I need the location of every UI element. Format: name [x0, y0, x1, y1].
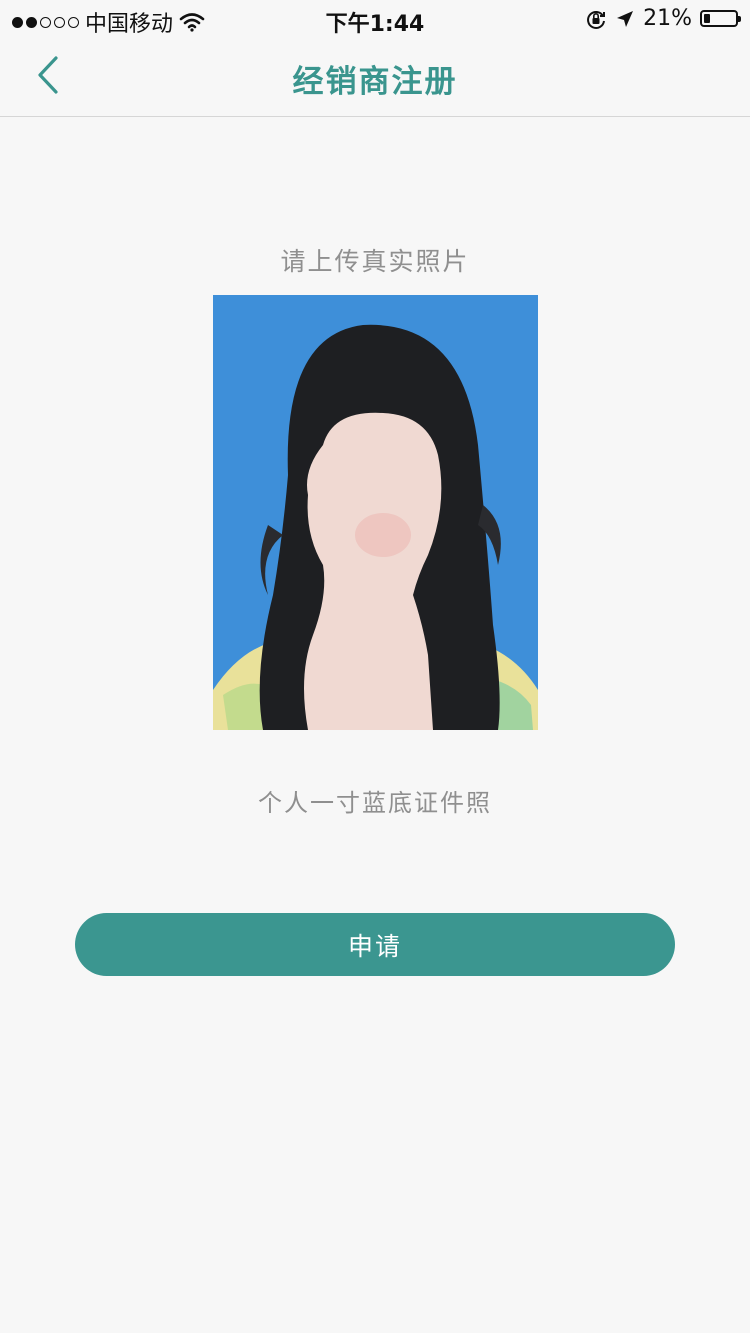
- status-bar: 中国移动 下午1:44 21%: [0, 0, 750, 38]
- portrait-photo: [213, 295, 538, 730]
- status-right: 21%: [585, 6, 741, 31]
- location-arrow-icon: [617, 10, 634, 27]
- upload-title: 请上传真实照片: [280, 247, 470, 276]
- apply-button[interactable]: 申请: [75, 913, 675, 976]
- battery-percent: 21%: [643, 6, 692, 31]
- navigation-bar: 经销商注册: [0, 38, 750, 117]
- rotation-lock-icon: [587, 10, 606, 29]
- id-photo-upload[interactable]: [213, 295, 538, 730]
- photo-caption: 个人一寸蓝底证件照: [258, 789, 492, 817]
- page-title: 经销商注册: [292, 64, 458, 100]
- battery-icon: [700, 10, 741, 27]
